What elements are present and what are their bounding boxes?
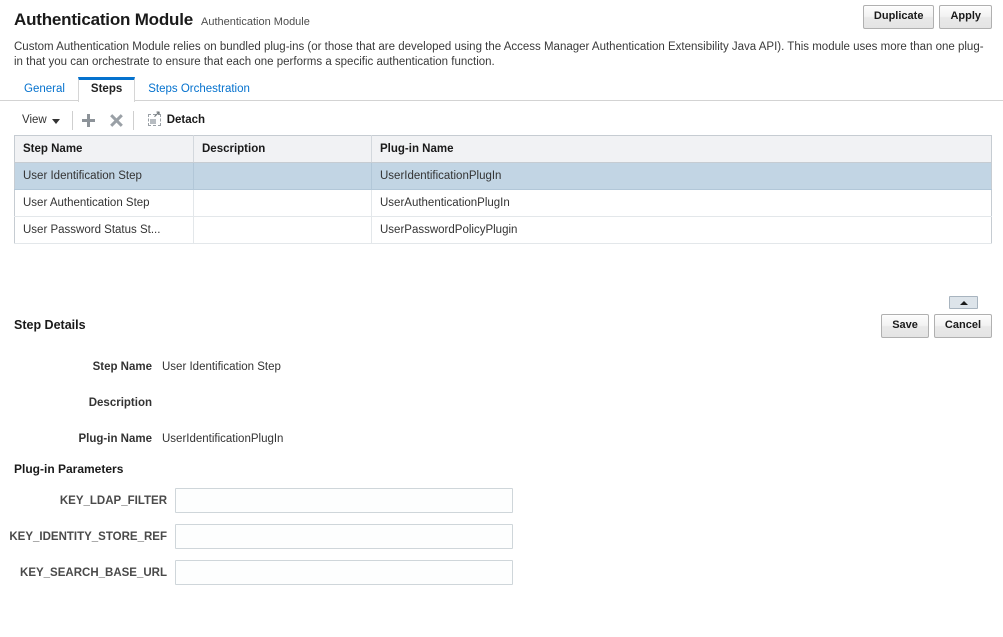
param-label-key-ldap-filter: KEY_LDAP_FILTER xyxy=(59,494,167,507)
column-header-step-name[interactable]: Step Name xyxy=(14,135,194,163)
cell-plugin-name: UserIdentificationPlugIn xyxy=(371,162,992,190)
cell-description xyxy=(193,216,372,244)
tab-steps[interactable]: Steps xyxy=(77,77,136,102)
apply-button[interactable]: Apply xyxy=(939,5,992,29)
title-row: Authentication Module Authentication Mod… xyxy=(14,10,989,30)
tab-general[interactable]: General xyxy=(11,78,78,102)
delete-step-button[interactable] xyxy=(103,108,131,132)
duplicate-button[interactable]: Duplicate xyxy=(862,5,935,29)
page-title: Authentication Module xyxy=(14,10,194,29)
cell-plugin-name: UserAuthenticationPlugIn xyxy=(371,189,992,217)
caret-up-icon xyxy=(959,300,968,305)
field-label-step-name: Step Name xyxy=(92,361,152,373)
plugin-parameters-form: KEY_LDAP_FILTER KEY_IDENTITY_STORE_REF K… xyxy=(0,488,1003,585)
cell-step-name: User Identification Step xyxy=(14,162,194,190)
add-step-button[interactable] xyxy=(75,108,103,132)
detach-icon xyxy=(147,110,161,126)
cell-step-name: User Authentication Step xyxy=(14,189,194,217)
steps-table: Step Name Description Plug-in Name User … xyxy=(14,135,992,244)
close-icon xyxy=(110,114,123,127)
param-input-key-identity-store-ref[interactable] xyxy=(175,524,513,549)
step-details-title: Step Details xyxy=(14,318,86,332)
cell-plugin-name: UserPasswordPolicyPlugin xyxy=(371,216,992,244)
splitter-row xyxy=(14,292,989,314)
tab-steps-orchestration[interactable]: Steps Orchestration xyxy=(135,78,263,102)
collapse-panel-button[interactable] xyxy=(949,296,978,309)
table-header-row: Step Name Description Plug-in Name xyxy=(14,135,992,163)
plugin-parameters-title: Plug-in Parameters xyxy=(14,462,124,476)
field-description: Description xyxy=(0,390,1003,416)
param-label-key-identity-store-ref: KEY_IDENTITY_STORE_REF xyxy=(9,530,167,543)
param-key-identity-store-ref: KEY_IDENTITY_STORE_REF xyxy=(0,524,1003,549)
toolbar-divider xyxy=(71,110,73,130)
view-menu-label: View xyxy=(22,114,47,126)
toolbar-divider-2 xyxy=(132,110,134,130)
steps-table-body: User Identification Step UserIdentificat… xyxy=(14,162,992,244)
table-toolbar: View Detach xyxy=(14,105,989,135)
steps-table-head: Step Name Description Plug-in Name xyxy=(14,135,992,163)
module-description: Custom Authentication Module relies on b… xyxy=(14,41,984,68)
page-header: Authentication Module Authentication Mod… xyxy=(0,0,1003,34)
step-details-form: Step Name User Identification Step Descr… xyxy=(0,354,1003,452)
step-details-header: Step Details Save Cancel xyxy=(14,314,992,344)
detach-label: Detach xyxy=(166,114,206,126)
field-value-plugin-name: UserIdentificationPlugIn xyxy=(162,433,284,445)
cancel-button[interactable]: Cancel xyxy=(933,314,992,338)
field-plugin-name: Plug-in Name UserIdentificationPlugIn xyxy=(0,426,1003,452)
param-input-key-search-base-url[interactable] xyxy=(175,560,513,585)
table-row[interactable]: User Authentication Step UserAuthenticat… xyxy=(14,189,992,217)
chevron-down-icon xyxy=(51,118,60,124)
field-value-step-name: User Identification Step xyxy=(162,361,281,373)
column-header-description[interactable]: Description xyxy=(193,135,372,163)
field-step-name: Step Name User Identification Step xyxy=(0,354,1003,380)
table-row[interactable]: User Password Status St... UserPasswordP… xyxy=(14,216,992,244)
page-subtitle: Authentication Module xyxy=(201,16,310,28)
column-header-plugin-name[interactable]: Plug-in Name xyxy=(371,135,992,163)
plus-icon xyxy=(82,113,96,127)
param-key-search-base-url: KEY_SEARCH_BASE_URL xyxy=(0,560,1003,585)
param-label-key-search-base-url: KEY_SEARCH_BASE_URL xyxy=(20,566,167,579)
step-details-actions: Save Cancel xyxy=(881,314,992,338)
field-label-description: Description xyxy=(88,397,152,409)
cell-description xyxy=(193,162,372,190)
detach-button[interactable]: Detach xyxy=(140,110,213,129)
table-row[interactable]: User Identification Step UserIdentificat… xyxy=(14,162,992,190)
field-label-plugin-name: Plug-in Name xyxy=(78,433,152,445)
tab-strip: General Steps Steps Orchestration xyxy=(0,76,1003,102)
param-key-ldap-filter: KEY_LDAP_FILTER xyxy=(0,488,1003,513)
view-menu-button[interactable]: View xyxy=(14,111,70,129)
save-button[interactable]: Save xyxy=(881,314,929,338)
cell-description xyxy=(193,189,372,217)
header-actions: Duplicate Apply xyxy=(862,5,992,29)
param-input-key-ldap-filter[interactable] xyxy=(175,488,513,513)
tab-underline xyxy=(0,100,1003,101)
cell-step-name: User Password Status St... xyxy=(14,216,194,244)
